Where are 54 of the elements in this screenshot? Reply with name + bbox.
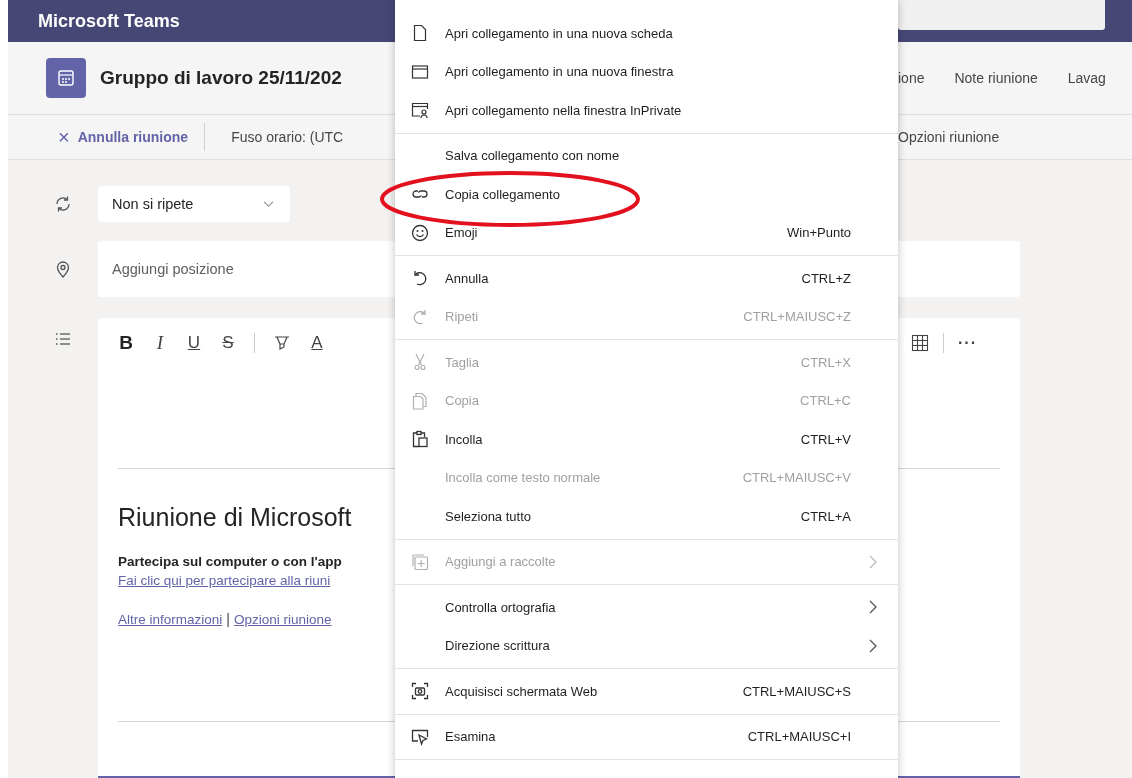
strikethrough-button[interactable]: S — [220, 333, 236, 353]
copy-icon — [411, 391, 429, 410]
highlighter-icon[interactable] — [273, 334, 291, 352]
menu-item[interactable]: Esamina CTRL+MAIUSC+I — [395, 717, 898, 756]
header-tab[interactable]: Note riunione — [954, 70, 1038, 86]
header-tab[interactable]: Lavag — [1067, 70, 1106, 86]
menu-item[interactable]: Apri collegamento in una nuova scheda — [395, 14, 898, 53]
table-icon[interactable] — [911, 334, 929, 352]
undo-icon — [411, 269, 429, 288]
screenshot-icon — [411, 682, 429, 701]
join-link[interactable]: Fai clic qui per partecipare alla riuni — [118, 573, 331, 588]
meeting-heading: Riunione di Microsoft — [118, 503, 352, 532]
menu-item[interactable]: Seleziona tutto CTRL+A — [395, 497, 898, 536]
bold-button[interactable]: B — [118, 332, 134, 354]
cancel-meeting-button[interactable]: × Annulla riunione — [56, 123, 191, 151]
redo-icon — [411, 307, 429, 326]
menu-item[interactable]: Apri collegamento nella finestra InPrivate — [395, 91, 898, 130]
more-info-link[interactable]: Altre informazioni — [118, 612, 223, 627]
menu-item[interactable]: Apri collegamento in una nuova finestra — [395, 52, 898, 91]
menu-item[interactable]: Controlla ortografia — [395, 588, 898, 627]
more-options-button[interactable]: ··· — [958, 334, 977, 352]
menu-item[interactable]: Copia collegamento — [395, 175, 898, 214]
repeat-dropdown[interactable]: Non si ripete — [98, 186, 290, 222]
window-icon — [411, 62, 429, 81]
clipboard-icon — [411, 430, 429, 449]
scissors-icon — [411, 353, 429, 372]
menu-item[interactable]: Annulla CTRL+Z — [395, 259, 898, 298]
menu-item[interactable]: Incolla CTRL+V — [395, 420, 898, 459]
timezone-label[interactable]: Fuso orario: (UTC — [231, 129, 344, 145]
italic-button[interactable]: I — [152, 332, 168, 354]
page-icon — [411, 24, 429, 43]
menu-item[interactable]: Emoji Win+Punto — [395, 213, 898, 252]
private-window-icon — [411, 101, 429, 120]
menu-item[interactable]: Acquisisci schermata Web CTRL+MAIUSC+S — [395, 672, 898, 711]
underline-button[interactable]: U — [186, 333, 202, 353]
inspect-icon — [411, 727, 429, 746]
list-icon — [54, 330, 72, 348]
meeting-options-link[interactable]: Opzioni riunione — [233, 612, 332, 627]
app-title: Microsoft Teams — [38, 10, 180, 32]
join-text: Partecipa sul computer o con l'app — [118, 554, 342, 569]
repeat-icon — [54, 195, 72, 213]
header-tab[interactable]: ione — [898, 70, 925, 86]
link-separator: | — [226, 611, 230, 627]
font-color-button[interactable]: A — [309, 333, 325, 353]
menu-item[interactable]: Salva collegamento con nome — [395, 136, 898, 175]
menu-item[interactable]: Direzione scrittura — [395, 626, 898, 665]
meeting-options-link[interactable]: Opzioni riunione — [898, 129, 1000, 145]
meeting-title: Gruppo di lavoro 25/11/202 — [100, 67, 342, 89]
calendar-icon — [46, 58, 86, 98]
chevron-down-icon — [263, 200, 274, 208]
location-pin-icon — [54, 260, 72, 278]
smiley-icon — [411, 223, 429, 242]
collection-add-icon — [411, 552, 429, 571]
search-field[interactable] — [898, 0, 1105, 30]
